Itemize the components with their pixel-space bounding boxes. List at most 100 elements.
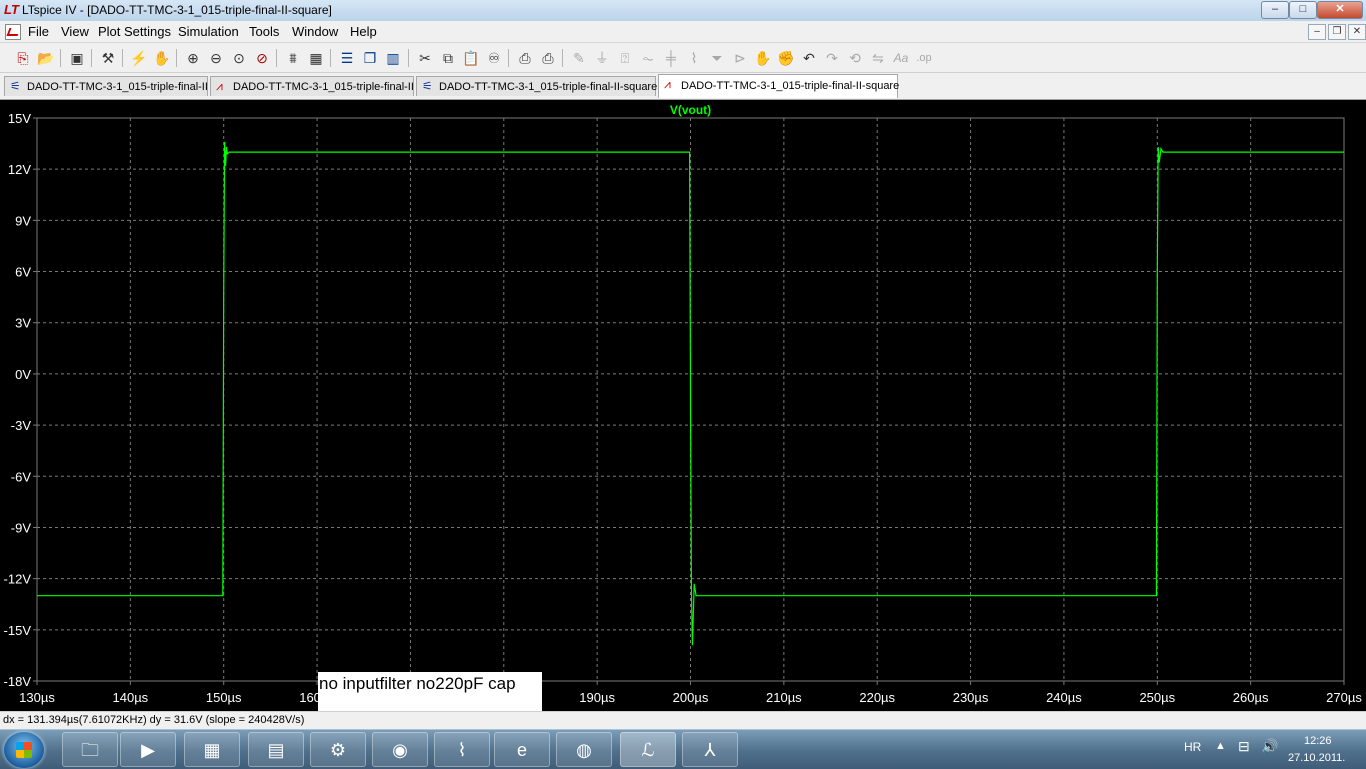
- minimize-button[interactable]: –: [1261, 1, 1289, 19]
- copy-icon[interactable]: ⧉: [439, 49, 457, 67]
- control-panel-icon[interactable]: ▤: [248, 732, 304, 767]
- y-tick-label: 9V: [15, 213, 31, 228]
- x-tick-label: 250µs: [1139, 690, 1175, 705]
- new-schematic-icon[interactable]: ⎘: [14, 49, 32, 67]
- zoom-in-icon[interactable]: ⊕: [184, 49, 202, 67]
- language-indicator[interactable]: HR: [1184, 740, 1201, 754]
- capacitor-icon[interactable]: ╪: [662, 49, 680, 67]
- diode-icon[interactable]: ⏷: [708, 49, 726, 67]
- move-icon[interactable]: ✋: [754, 49, 772, 67]
- maximize-button[interactable]: □: [1289, 1, 1317, 19]
- drag-icon[interactable]: ✊: [777, 49, 795, 67]
- cursor-readout: dx = 131.394µs(7.61072KHz) dy = 31.6V (s…: [3, 714, 305, 726]
- media-player-icon[interactable]: ▶: [120, 732, 176, 767]
- clock-date[interactable]: 27.10.2011.: [1288, 752, 1345, 764]
- internet-explorer-icon[interactable]: e: [494, 732, 550, 767]
- save-icon[interactable]: ▣: [68, 49, 86, 67]
- tile-icon[interactable]: ▥: [384, 49, 402, 67]
- mirror-icon[interactable]: ⇋: [869, 49, 887, 67]
- tile-horizontal-icon[interactable]: ☰: [338, 49, 356, 67]
- mdi-close-button[interactable]: ✕: [1348, 24, 1366, 40]
- y-tick-label: -3V: [11, 418, 32, 433]
- tab-label: DADO-TT-TMC-3-1_015-triple-final-II-squa…: [439, 81, 658, 93]
- tab-schematic[interactable]: ⚟ DADO-TT-TMC-3-1_015-triple-final-II: [4, 76, 208, 96]
- oscilloscope-icon[interactable]: ⌇: [434, 732, 490, 767]
- grid-toggle-icon[interactable]: ▦: [307, 49, 325, 67]
- zoom-fit-icon[interactable]: ⊙: [230, 49, 248, 67]
- toolbar-separator: [508, 49, 509, 67]
- menu-help[interactable]: Help: [350, 24, 377, 39]
- cascade-icon[interactable]: ❐: [361, 49, 379, 67]
- menu-plot-settings[interactable]: Plot Settings: [98, 24, 171, 39]
- cut-icon[interactable]: ✂: [416, 49, 434, 67]
- label-icon[interactable]: ⍰: [616, 49, 634, 67]
- autorange-icon[interactable]: ⩩: [284, 49, 302, 67]
- y-tick-label: -15V: [4, 623, 32, 638]
- spice-directive-icon[interactable]: .op: [915, 49, 933, 67]
- schematic-icon: ⚟: [10, 79, 21, 93]
- volume-icon[interactable]: 🔊: [1261, 738, 1278, 755]
- x-tick-label: 200µs: [673, 690, 709, 705]
- ground-icon[interactable]: ⏚: [593, 49, 611, 67]
- print-icon[interactable]: ⎙: [539, 49, 557, 67]
- tab-waveform[interactable]: ⩘ DADO-TT-TMC-3-1_015-triple-final-II: [210, 76, 414, 96]
- start-button[interactable]: [4, 732, 44, 768]
- show-hidden-icons-icon[interactable]: ▲: [1215, 740, 1226, 752]
- firefox-icon[interactable]: ◍: [556, 732, 612, 767]
- mdi-minimize-button[interactable]: –: [1308, 24, 1326, 40]
- menu-view[interactable]: View: [61, 24, 89, 39]
- waveform-plot[interactable]: 130µs140µs150µs160µs170µs180µs190µs200µs…: [0, 100, 1366, 711]
- x-tick-label: 270µs: [1326, 690, 1362, 705]
- x-tick-label: 230µs: [953, 690, 989, 705]
- control-panel-icon[interactable]: ⚒: [99, 49, 117, 67]
- x-tick-label: 260µs: [1233, 690, 1269, 705]
- taskbar: 🗀 ▶ ▦ ▤ ⚙ ◉ ⌇ e ◍ ℒ ⅄ HR ▲ ⊟ 🔊 12:26 27.10.2011.: [0, 729, 1366, 769]
- run-icon[interactable]: ⚡: [130, 49, 148, 67]
- zoom-out-icon[interactable]: ⊖: [207, 49, 225, 67]
- find-icon[interactable]: ♾: [485, 49, 503, 67]
- menu-window[interactable]: Window: [292, 24, 338, 39]
- waveform-window-icon[interactable]: [5, 24, 21, 40]
- status-bar: dx = 131.394µs(7.61072KHz) dy = 31.6V (s…: [0, 711, 1366, 730]
- menu-file[interactable]: File: [28, 24, 49, 39]
- pdf-icon[interactable]: ⅄: [682, 732, 738, 767]
- component-icon[interactable]: ⊳: [731, 49, 749, 67]
- y-tick-label: -18V: [4, 674, 32, 689]
- ltspice-icon[interactable]: ℒ: [620, 732, 676, 767]
- print-setup-icon[interactable]: ⎙: [516, 49, 534, 67]
- trace-label: V(vout): [670, 103, 711, 117]
- rotate-icon[interactable]: ⟲: [846, 49, 864, 67]
- waveform-viewer[interactable]: 130µs140µs150µs160µs170µs180µs190µs200µs…: [0, 100, 1366, 722]
- zoom-cancel-icon[interactable]: ⊘: [253, 49, 271, 67]
- network-icon[interactable]: ⊟: [1238, 738, 1250, 755]
- menu-simulation[interactable]: Simulation: [178, 24, 239, 39]
- undo-icon[interactable]: ↶: [800, 49, 818, 67]
- y-tick-label: 6V: [15, 265, 31, 280]
- inductor-icon[interactable]: ⌇: [685, 49, 703, 67]
- toolbar-separator: [91, 49, 92, 67]
- menu-tools[interactable]: Tools: [249, 24, 279, 39]
- clock-time[interactable]: 12:26: [1304, 735, 1332, 747]
- open-icon[interactable]: 📂: [37, 49, 55, 67]
- tab-waveform-square[interactable]: ⩘ DADO-TT-TMC-3-1_015-triple-final-II-sq…: [658, 74, 899, 98]
- close-button[interactable]: ✕: [1317, 1, 1363, 19]
- y-tick-label: 15V: [8, 111, 31, 126]
- office-icon[interactable]: ▦: [184, 732, 240, 767]
- text-icon[interactable]: Aa: [892, 49, 910, 67]
- document-tabs: ⚟ DADO-TT-TMC-3-1_015-triple-final-II ⩘ …: [0, 73, 1366, 100]
- redo-icon[interactable]: ↷: [823, 49, 841, 67]
- tab-schematic-square[interactable]: ⚟ DADO-TT-TMC-3-1_015-triple-final-II-sq…: [416, 76, 658, 96]
- x-tick-label: 220µs: [859, 690, 895, 705]
- wire-icon[interactable]: ✎: [570, 49, 588, 67]
- x-tick-label: 240µs: [1046, 690, 1082, 705]
- mdi-restore-button[interactable]: ❐: [1328, 24, 1346, 40]
- x-tick-label: 150µs: [206, 690, 242, 705]
- toolbar-separator: [60, 49, 61, 67]
- tool-icon[interactable]: ⚙: [310, 732, 366, 767]
- waveform-icon: ⩘: [664, 77, 671, 91]
- explorer-icon[interactable]: 🗀: [62, 732, 118, 767]
- resistor-icon[interactable]: ⏦: [639, 49, 657, 67]
- app-red-icon[interactable]: ◉: [372, 732, 428, 767]
- pan-icon[interactable]: ✋: [153, 49, 171, 67]
- paste-icon[interactable]: 📋: [462, 49, 480, 67]
